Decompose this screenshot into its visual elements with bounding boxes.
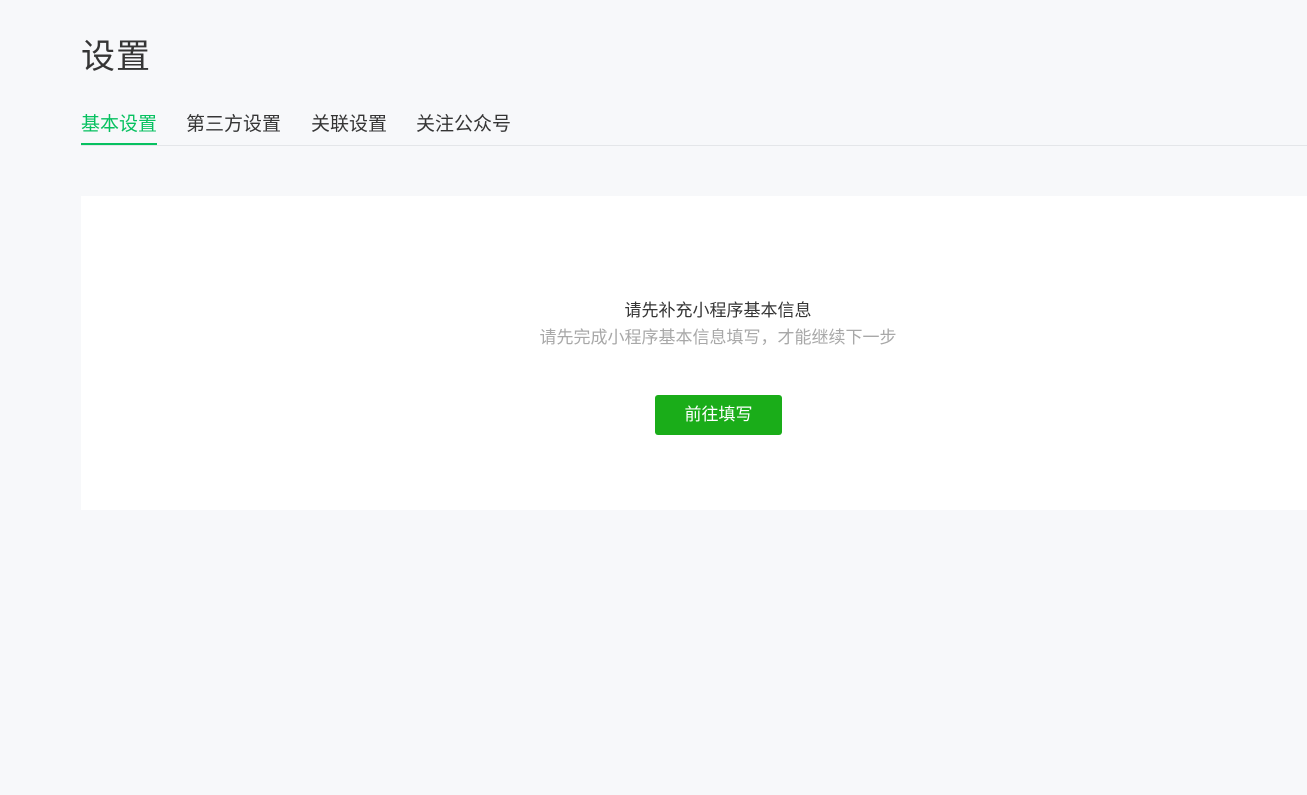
tab-linked-settings[interactable]: 关联设置 bbox=[311, 105, 387, 145]
tab-follow-official-account[interactable]: 关注公众号 bbox=[416, 105, 511, 145]
tab-basic-settings[interactable]: 基本设置 bbox=[81, 105, 158, 145]
notice-title: 请先补充小程序基本信息 bbox=[624, 301, 812, 321]
tab-third-party-settings[interactable]: 第三方设置 bbox=[186, 105, 281, 145]
notice-description: 请先完成小程序基本信息填写，才能继续下一步 bbox=[539, 328, 897, 348]
settings-tabs: 基本设置 第三方设置 关联设置 关注公众号 bbox=[81, 105, 1307, 146]
notice-card: 请先补充小程序基本信息 请先完成小程序基本信息填写，才能继续下一步 前往填写 bbox=[81, 196, 1307, 510]
go-fill-button[interactable]: 前往填写 bbox=[655, 395, 782, 435]
page-title: 设置 bbox=[81, 37, 151, 77]
